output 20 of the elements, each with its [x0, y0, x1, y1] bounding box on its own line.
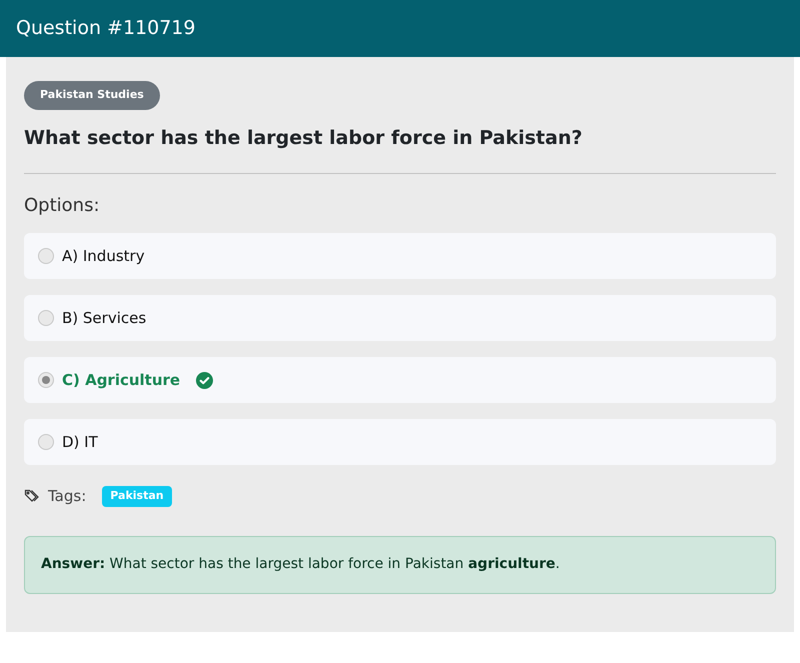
question-text: What sector has the largest labor force in Pakistan?: [24, 126, 584, 150]
tag-icon: [24, 488, 40, 504]
option-label: A) Industry: [62, 246, 145, 267]
tags-label: Tags:: [48, 486, 86, 507]
options-heading: Options:: [24, 194, 100, 218]
radio-button[interactable]: [38, 248, 54, 264]
radio-button[interactable]: [38, 310, 54, 326]
option-row[interactable]: A) Industry: [24, 233, 776, 279]
option-label: B) Services: [62, 308, 146, 329]
radio-button[interactable]: [38, 434, 54, 450]
option-row[interactable]: B) Services: [24, 295, 776, 341]
radio-button[interactable]: [38, 372, 54, 388]
category-badge: Pakistan Studies: [24, 81, 160, 110]
option-row[interactable]: D) IT: [24, 419, 776, 465]
option-label: C) Agriculture: [62, 370, 180, 391]
answer-text: Answer: What sector has the largest labor force in Pakistan agriculture.: [41, 555, 560, 574]
check-circle-icon: [196, 372, 214, 388]
option-row[interactable]: C) Agriculture: [24, 357, 776, 403]
option-label: D) IT: [62, 432, 98, 453]
page-title: Question #110719: [16, 16, 196, 42]
